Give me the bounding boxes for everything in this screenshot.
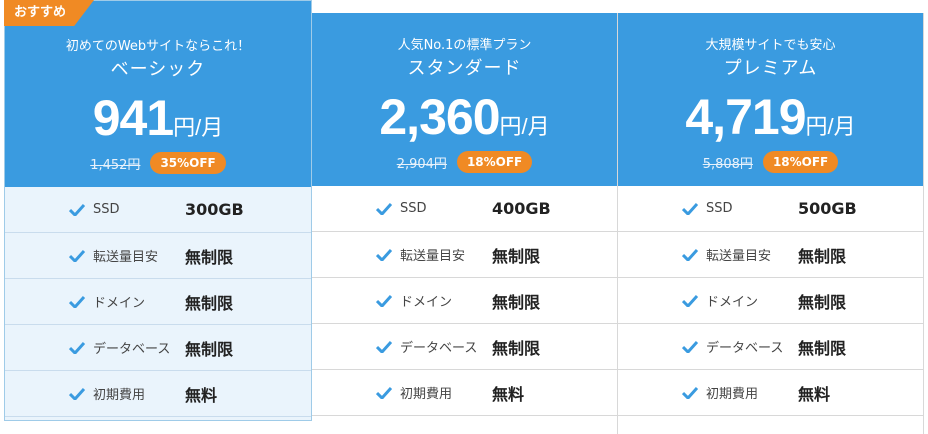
feature-row: 初期費用 無料 [618, 370, 923, 416]
feature-label: ドメイン [93, 296, 146, 311]
feature-row: データベース 無制限 [5, 325, 311, 371]
plan-price: 2,360 [379, 89, 500, 145]
feature-row: 転送量目安 無制限 [618, 232, 923, 278]
feature-row: ドメイン 無制限 [5, 279, 311, 325]
feature-list: SSD 400GB 転送量目安 無制限 ドメイン 無制限 データベース 無制限 初期費用… [312, 186, 617, 416]
feature-row: 初期費用 無料 [5, 371, 311, 417]
feature-label: データベース [400, 341, 478, 356]
feature-row: データベース 無制限 [618, 324, 923, 370]
feature-list: SSD 300GB 転送量目安 無制限 ドメイン 無制限 データベース 無制限 初期費用… [5, 187, 311, 417]
old-price: 5,808円 [702, 156, 753, 172]
feature-value: 無制限 [492, 338, 541, 358]
plan-card-standard[interactable]: 人気No.1の標準プラン スタンダード 2,360円/月 2,904円 18%O… [312, 13, 618, 434]
plan-card-premium[interactable]: 大規模サイトでも安心 プレミアム 4,719円/月 5,808円 18%OFF … [618, 13, 924, 434]
check-icon [376, 294, 392, 307]
plan-header: おすすめ 初めてのWebサイトならこれ！ ベーシック 941円/月 1,452円… [4, 0, 311, 187]
feature-value: 無制限 [798, 246, 847, 266]
feature-value: 無制限 [185, 247, 234, 267]
plan-name: ベーシック [110, 59, 206, 80]
plan-tagline: 大規模サイトでも安心 [705, 38, 836, 53]
price-row: 2,360円/月 [312, 87, 617, 147]
check-icon [682, 294, 698, 307]
price-row: 4,719円/月 [618, 87, 923, 147]
feature-value: 500GB [798, 199, 857, 218]
feature-label: 転送量目安 [400, 249, 466, 264]
check-icon [376, 340, 392, 353]
feature-row: 転送量目安 無制限 [5, 233, 311, 279]
feature-row: SSD 500GB [618, 186, 923, 232]
check-icon [69, 295, 85, 308]
plan-name: プレミアム [723, 58, 818, 79]
old-price: 2,904円 [396, 156, 447, 172]
plan-price: 4,719 [685, 89, 806, 145]
feature-row: ドメイン 無制限 [618, 278, 923, 324]
recommended-ribbon: おすすめ [4, 0, 94, 26]
check-icon [682, 386, 698, 399]
feature-value: 無制限 [798, 338, 847, 358]
feature-list: SSD 500GB 転送量目安 無制限 ドメイン 無制限 データベース 無制限 初期費用… [618, 186, 923, 416]
feature-value: 無料 [798, 384, 831, 404]
pricing-table: おすすめ 初めてのWebサイトならこれ！ ベーシック 941円/月 1,452円… [4, 0, 924, 434]
discount-row: 2,904円 18%OFF [312, 150, 617, 174]
feature-label: データベース [706, 341, 784, 356]
check-icon [69, 341, 85, 354]
feature-value: 無制限 [492, 292, 541, 312]
discount-badge: 18%OFF [762, 151, 839, 173]
feature-label: SSD [706, 201, 733, 216]
discount-row: 1,452円 35%OFF [5, 151, 311, 175]
feature-label: 初期費用 [93, 388, 146, 403]
feature-label: SSD [400, 201, 427, 216]
feature-row: 転送量目安 無制限 [312, 232, 617, 278]
check-icon [69, 249, 85, 262]
discount-badge: 18%OFF [456, 151, 533, 173]
feature-label: データベース [93, 342, 171, 357]
discount-badge: 35%OFF [150, 152, 226, 174]
plan-price: 941 [92, 90, 174, 146]
feature-label: 初期費用 [706, 387, 759, 402]
feature-label: 転送量目安 [93, 250, 159, 265]
feature-value: 400GB [492, 199, 551, 218]
feature-value: 無制限 [185, 293, 234, 313]
plan-card-basic[interactable]: おすすめ 初めてのWebサイトならこれ！ ベーシック 941円/月 1,452円… [4, 0, 312, 421]
check-icon [376, 386, 392, 399]
feature-value: 無制限 [492, 246, 541, 266]
plan-tagline: 初めてのWebサイトならこれ！ [65, 39, 251, 54]
discount-row: 5,808円 18%OFF [618, 150, 923, 174]
feature-label: ドメイン [706, 295, 759, 310]
check-icon [376, 202, 392, 215]
check-icon [682, 248, 698, 261]
feature-label: 初期費用 [400, 387, 453, 402]
feature-value: 無制限 [185, 339, 234, 359]
old-price: 1,452円 [90, 157, 141, 173]
check-icon [682, 340, 698, 353]
feature-value: 無料 [185, 385, 218, 405]
plan-header: 大規模サイトでも安心 プレミアム 4,719円/月 5,808円 18%OFF [618, 13, 923, 186]
feature-row: ドメイン 無制限 [312, 278, 617, 324]
check-icon [376, 248, 392, 261]
feature-value: 無料 [492, 384, 525, 404]
feature-value: 無制限 [798, 292, 847, 312]
price-unit: 円/月 [805, 114, 856, 139]
feature-label: ドメイン [400, 295, 453, 310]
feature-row: SSD 300GB [5, 187, 311, 233]
check-icon [682, 202, 698, 215]
check-icon [69, 203, 85, 216]
feature-value: 300GB [185, 200, 244, 219]
feature-row: データベース 無制限 [312, 324, 617, 370]
price-row: 941円/月 [5, 88, 311, 148]
plan-name: スタンダード [407, 58, 522, 79]
plan-tagline: 人気No.1の標準プラン [397, 38, 532, 53]
check-icon [69, 387, 85, 400]
feature-label: SSD [93, 202, 120, 217]
price-unit: 円/月 [173, 115, 224, 140]
feature-row: 初期費用 無料 [312, 370, 617, 416]
feature-row: SSD 400GB [312, 186, 617, 232]
feature-label: 転送量目安 [706, 249, 772, 264]
plan-header: 人気No.1の標準プラン スタンダード 2,360円/月 2,904円 18%O… [312, 13, 617, 186]
price-unit: 円/月 [499, 114, 550, 139]
